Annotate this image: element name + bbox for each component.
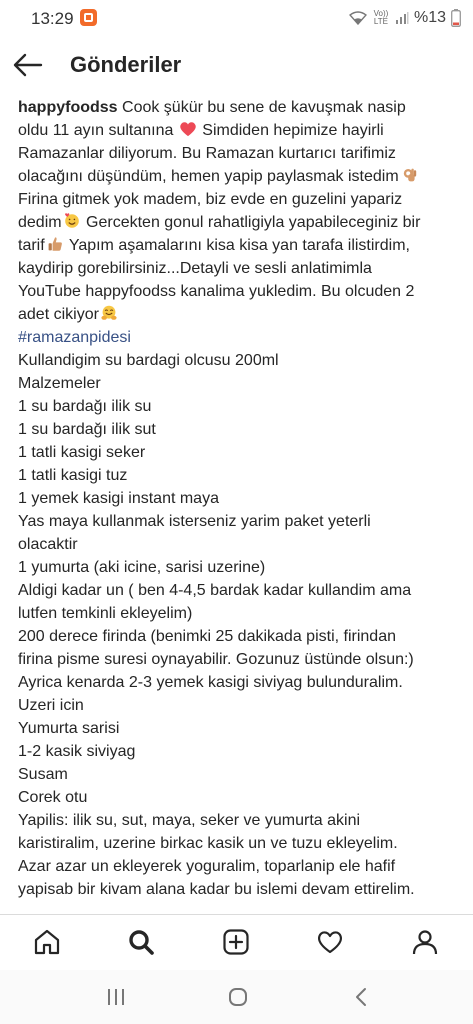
caption-text: dedim bbox=[18, 214, 62, 231]
nav-activity-button[interactable] bbox=[315, 927, 345, 957]
caption-line: kaydirip gorebilirsiniz...Detayli ve ses… bbox=[18, 260, 372, 277]
recipe-line: lutfen temkinli ekleyelim) bbox=[18, 605, 193, 622]
thumbs-up-icon bbox=[48, 237, 62, 251]
caption-text: Simdiden hepimize hayirli bbox=[197, 122, 384, 139]
caption-line: oldu 11 ayın sultanına Simdiden hepimize… bbox=[18, 119, 463, 142]
caption-text: olacağını düşündüm, hemen yapip paylasma… bbox=[18, 168, 399, 185]
recipe-line: Ayrica kenarda 2-3 yemek kasigi siviyag … bbox=[18, 674, 403, 691]
recipe-line: Azar azar un ekleyerek yoguralim, toparl… bbox=[18, 858, 396, 875]
ok-hand-icon bbox=[403, 168, 416, 182]
wifi-icon bbox=[348, 11, 367, 25]
heart-icon bbox=[180, 122, 196, 137]
caption-line: happyfoodss Cook şükür bu sene de kavuşm… bbox=[18, 96, 463, 119]
back-button[interactable] bbox=[12, 50, 44, 80]
signal-icon bbox=[395, 11, 409, 25]
recipe-line: 1 tatli kasigi tuz bbox=[18, 467, 128, 484]
nav-new-post-button[interactable] bbox=[221, 927, 251, 957]
recipe-line: 200 derece firinda (benimki 25 dakikada … bbox=[18, 628, 396, 645]
nav-home-button[interactable] bbox=[32, 927, 62, 957]
caption-text: oldu 11 ayın sultanına bbox=[18, 122, 174, 139]
nav-search-button[interactable] bbox=[126, 927, 156, 957]
recipe-line: karistiralim, uzerine birkac kasik un ve… bbox=[18, 835, 398, 852]
status-bar: 13:29 Vo)) LTE %13 bbox=[0, 0, 473, 36]
recipe-line: Kullandigim su bardagi olcusu 200ml bbox=[18, 352, 279, 369]
recipe-text: Kullandigim su bardagi olcusu 200ml Malze… bbox=[18, 349, 463, 901]
caption-text: Gercekten gonul rahatligiyla yapabileceg… bbox=[81, 214, 421, 231]
recipe-line: 1-2 kasik siviyag bbox=[18, 743, 136, 760]
profile-icon bbox=[412, 930, 438, 955]
recent-apps-icon bbox=[108, 989, 124, 1005]
caption-line: Ramazanlar diliyorum. Bu Ramazan kurtarı… bbox=[18, 145, 396, 162]
recipe-line: 1 yemek kasigi instant maya bbox=[18, 490, 219, 507]
status-icons: Vo)) LTE %13 bbox=[348, 8, 461, 28]
system-nav-bar bbox=[0, 970, 473, 1024]
recipe-line: Yumurta sarisi bbox=[18, 720, 120, 737]
home-circle-icon bbox=[229, 988, 247, 1006]
caption-text: Cook şükür bu sene de kavuşmak nasip bbox=[117, 99, 406, 116]
battery-percent: %13 bbox=[413, 9, 446, 26]
recipe-line: Susam bbox=[18, 766, 68, 783]
battery-icon bbox=[451, 9, 461, 27]
recipe-line: Uzeri icin bbox=[18, 697, 84, 714]
back-system-button[interactable] bbox=[350, 986, 374, 1008]
post-username[interactable]: happyfoodss bbox=[18, 99, 118, 116]
notification-app-icon bbox=[80, 9, 97, 26]
nav-profile-button[interactable] bbox=[410, 927, 440, 957]
status-time: 13:29 bbox=[31, 9, 74, 28]
back-arrow-icon bbox=[13, 53, 43, 77]
caption-text: tarif bbox=[18, 237, 45, 254]
caption-line: adet cikiyor bbox=[18, 303, 463, 326]
page-title: Gönderiler bbox=[70, 52, 182, 77]
home-icon bbox=[34, 929, 60, 955]
recipe-line: 1 tatli kasigi seker bbox=[18, 444, 146, 461]
caption-line: dedim Gercekten gonul rahatligiyla yapab… bbox=[18, 211, 463, 234]
caption-line: Firina gitmek yok madem, biz evde en guz… bbox=[18, 191, 403, 208]
recipe-line: 1 su bardağı ilik su bbox=[18, 398, 152, 415]
activity-heart-icon bbox=[318, 931, 342, 954]
recipe-line: olacaktir bbox=[18, 536, 78, 553]
smiling-hearts-icon bbox=[64, 213, 79, 228]
caption-line: olacağını düşündüm, hemen yapip paylasma… bbox=[18, 165, 463, 188]
recipe-line: Yas maya kullanmak isterseniz yarim pake… bbox=[18, 513, 371, 530]
recipe-line: Malzemeler bbox=[18, 375, 101, 392]
recipe-line: 1 su bardağı ilik sut bbox=[18, 421, 156, 438]
bottom-nav bbox=[0, 914, 473, 970]
caption-text: Yapım aşamalarını kisa kisa yan tarafa i… bbox=[64, 237, 410, 254]
recent-apps-button[interactable] bbox=[104, 986, 128, 1008]
recipe-line: Aldigi kadar un ( ben 4-4,5 bardak kadar… bbox=[18, 582, 412, 599]
search-icon bbox=[129, 930, 154, 955]
recipe-line: yapisab bir kivam alana kadar bu islemi … bbox=[18, 881, 415, 898]
back-chevron-icon bbox=[356, 988, 366, 1006]
caption-text: adet cikiyor bbox=[18, 306, 99, 323]
caption-line: YouTube happyfoodss kanalima yukledim. B… bbox=[18, 283, 415, 300]
post-caption: happyfoodss Cook şükür bu sene de kavuşm… bbox=[18, 96, 463, 914]
recipe-line: Yapilis: ilik su, sut, maya, seker ve yu… bbox=[18, 812, 361, 829]
recipe-line: Corek otu bbox=[18, 789, 88, 806]
caption-line: tarif Yapım aşamalarını kisa kisa yan ta… bbox=[18, 234, 463, 257]
recipe-line: firina pisme suresi oynayabilir. Gozunuz… bbox=[18, 651, 414, 668]
app-header: Gönderiler bbox=[0, 36, 473, 94]
add-post-icon bbox=[223, 929, 249, 955]
recipe-line: 1 yumurta (aki icine, sarisi uzerine) bbox=[18, 559, 266, 576]
home-system-button[interactable] bbox=[226, 986, 250, 1008]
network-type-label: Vo)) LTE bbox=[373, 9, 389, 26]
hashtag-link[interactable]: #ramazanpidesi bbox=[18, 326, 463, 349]
hugging-face-icon bbox=[101, 305, 117, 320]
